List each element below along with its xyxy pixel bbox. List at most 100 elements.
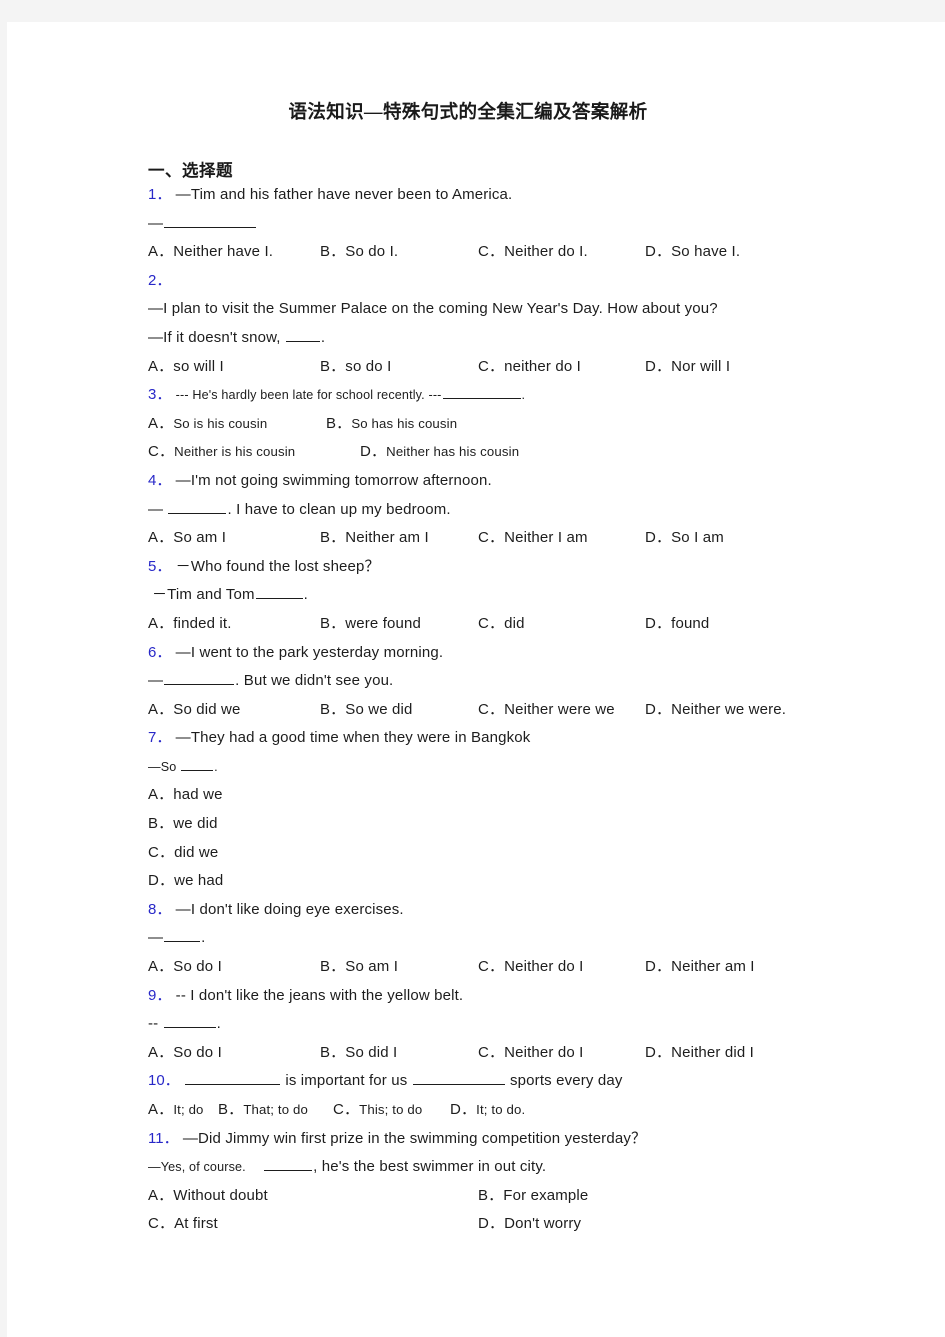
option-d[interactable]: D．Neither did I <box>645 1039 754 1068</box>
option-d[interactable]: D．Neither we were. <box>645 696 786 725</box>
question-number: 3． <box>148 386 172 404</box>
option-c[interactable]: C．Neither do I. <box>478 238 588 267</box>
option-letter: C． <box>333 1101 360 1118</box>
option-a[interactable]: A．finded it. <box>148 610 232 639</box>
option-c[interactable]: C．At first <box>148 1210 218 1239</box>
option-letter: D． <box>360 443 387 461</box>
question-11-options-row-1: A．Without doubt B．For example <box>148 1182 915 1211</box>
option-c[interactable]: C．neither do I <box>478 353 581 382</box>
option-d[interactable]: D．Neither has his cousin <box>360 438 519 467</box>
question-2-number-line: 2． <box>148 267 915 296</box>
question-5-answer-line: －Tim and Tom. <box>148 581 915 610</box>
question-number: 10． <box>148 1072 180 1090</box>
option-b[interactable]: B．For example <box>478 1182 588 1211</box>
question-9-answer-line: -- . <box>148 1010 915 1039</box>
option-c[interactable]: C．Neither do I <box>478 953 583 982</box>
stem-text: —They had a good time when they were in … <box>175 729 531 747</box>
question-7-option-d[interactable]: D．we had <box>148 867 915 896</box>
option-d[interactable]: D．So I am <box>645 524 724 553</box>
question-3-stem: 3． --- He's hardly been late for school … <box>148 381 915 410</box>
option-b[interactable]: B．so do I <box>320 353 391 382</box>
option-c[interactable]: C．Neither were we <box>478 696 615 725</box>
answer-prefix: -- <box>148 1015 163 1033</box>
question-10-options: A．It; do B．That; to do C．This; to do D．I… <box>148 1096 915 1125</box>
option-a[interactable]: A．So is his cousin <box>148 410 267 439</box>
option-d[interactable]: D．Nor will I <box>645 353 730 382</box>
option-text: Neither has his cousin <box>386 444 520 460</box>
option-b[interactable]: B．So has his cousin <box>326 410 457 439</box>
stem-text: —I went to the park yesterday morning. <box>175 643 444 661</box>
option-a[interactable]: A．So do I <box>148 953 222 982</box>
question-6-options: A．So did we B．So we did C．Neither were w… <box>148 696 915 725</box>
question-2-answer-line: —If it doesn't snow, . <box>148 324 915 353</box>
option-d[interactable]: D．Neither am I <box>645 953 755 982</box>
answer-prefix: — <box>148 929 164 947</box>
question-1-stem: 1． —Tim and his father have never been t… <box>148 181 915 210</box>
answer-blank <box>285 329 320 342</box>
option-text: Neither is his cousin <box>174 444 296 460</box>
stem-text: -- I don't like the jeans with the yello… <box>175 986 464 1004</box>
question-4-options: A．So am I B．Neither am I C．Neither I am … <box>148 524 915 553</box>
option-text: It; do <box>173 1102 204 1117</box>
answer-blank <box>168 500 227 514</box>
option-c[interactable]: C．This; to do <box>333 1096 422 1125</box>
question-7-option-a[interactable]: A．had we <box>148 781 915 810</box>
question-number: 8． <box>148 900 172 918</box>
question-1-options: A．Neither have I. B．So do I. C．Neither d… <box>148 238 915 267</box>
option-c[interactable]: C．Neither I am <box>478 524 588 553</box>
option-a[interactable]: A．So do I <box>148 1039 222 1068</box>
question-number: 7． <box>148 729 172 747</box>
option-b[interactable]: B．Neither am I <box>320 524 429 553</box>
option-text: So is his cousin <box>173 415 268 431</box>
answer-blank <box>164 929 201 943</box>
option-d[interactable]: D．So have I. <box>645 238 740 267</box>
question-4-stem: 4． —I'm not going swimming tomorrow afte… <box>148 467 915 496</box>
option-b[interactable]: B．were found <box>320 610 421 639</box>
page-title: 语法知识—特殊句式的全集汇编及答案解析 <box>288 103 648 123</box>
question-number: 1． <box>148 186 172 203</box>
answer-blank <box>163 1015 216 1029</box>
answer-suffix: . I have to clean up my bedroom. <box>227 500 451 518</box>
option-a[interactable]: A．It; do <box>148 1096 204 1125</box>
option-d[interactable]: D．Don't worry <box>478 1210 581 1239</box>
option-letter: A． <box>148 414 174 432</box>
question-2-options: A．so will I B．so do I C．neither do I D．N… <box>148 353 915 382</box>
question-7-answer-line: —So . <box>148 753 915 782</box>
option-b[interactable]: B．So do I. <box>320 238 398 267</box>
option-a[interactable]: A．so will I <box>148 353 224 382</box>
stem-part-2: sports every day <box>505 1072 623 1090</box>
option-a[interactable]: A．Neither have I. <box>148 238 273 267</box>
option-d[interactable]: D．It; to do. <box>450 1096 525 1125</box>
option-c[interactable]: C．did <box>478 610 525 639</box>
document-page: 语法知识—特殊句式的全集汇编及答案解析 一、选择题 1． —Tim and hi… <box>7 22 945 1337</box>
option-b[interactable]: B．So we did <box>320 696 413 725</box>
question-10-stem: 10． is important for us sports every day <box>148 1067 915 1096</box>
option-b[interactable]: B．So did I <box>320 1039 397 1068</box>
stem-text: —I don't like doing eye exercises. <box>175 900 404 918</box>
option-c[interactable]: C．Neither do I <box>478 1039 583 1068</box>
dash-prefix: — <box>148 214 164 232</box>
answer-prefix: —Yes, of course. <box>148 1160 246 1175</box>
option-a[interactable]: A．So did we <box>148 696 241 725</box>
question-11-options-row-2: C．At first D．Don't worry <box>148 1210 915 1239</box>
question-8-options: A．So do I B．So am I C．Neither do I D．Nei… <box>148 953 915 982</box>
question-7-option-b[interactable]: B．we did <box>148 810 915 839</box>
option-a[interactable]: A．Without doubt <box>148 1182 268 1211</box>
question-7-stem: 7． —They had a good time when they were … <box>148 724 915 753</box>
option-c[interactable]: C．Neither is his cousin <box>148 438 295 467</box>
option-a[interactable]: A．So am I <box>148 524 226 553</box>
page-content: 语法知识—特殊句式的全集汇编及答案解析 一、选择题 1． —Tim and hi… <box>7 22 945 1337</box>
question-11-answer-line: —Yes, of course. , he's the best swimmer… <box>148 1153 915 1182</box>
option-d[interactable]: D．found <box>645 610 709 639</box>
question-5-options: A．finded it. B．were found C．did D．found <box>148 610 915 639</box>
option-b[interactable]: B．That; to do <box>218 1096 308 1125</box>
question-7-option-c[interactable]: C．did we <box>148 839 915 868</box>
question-number: 2． <box>148 271 172 289</box>
answer-suffix: . But we didn't see you. <box>235 672 394 690</box>
stem-text: —I'm not going swimming tomorrow afterno… <box>175 471 492 489</box>
stem-text: —Tim and his father have never been to A… <box>175 186 513 203</box>
answer-suffix: . <box>320 328 326 346</box>
option-letter: D． <box>450 1101 477 1118</box>
question-8-stem: 8． —I don't like doing eye exercises. <box>148 896 915 925</box>
option-b[interactable]: B．So am I <box>320 953 398 982</box>
